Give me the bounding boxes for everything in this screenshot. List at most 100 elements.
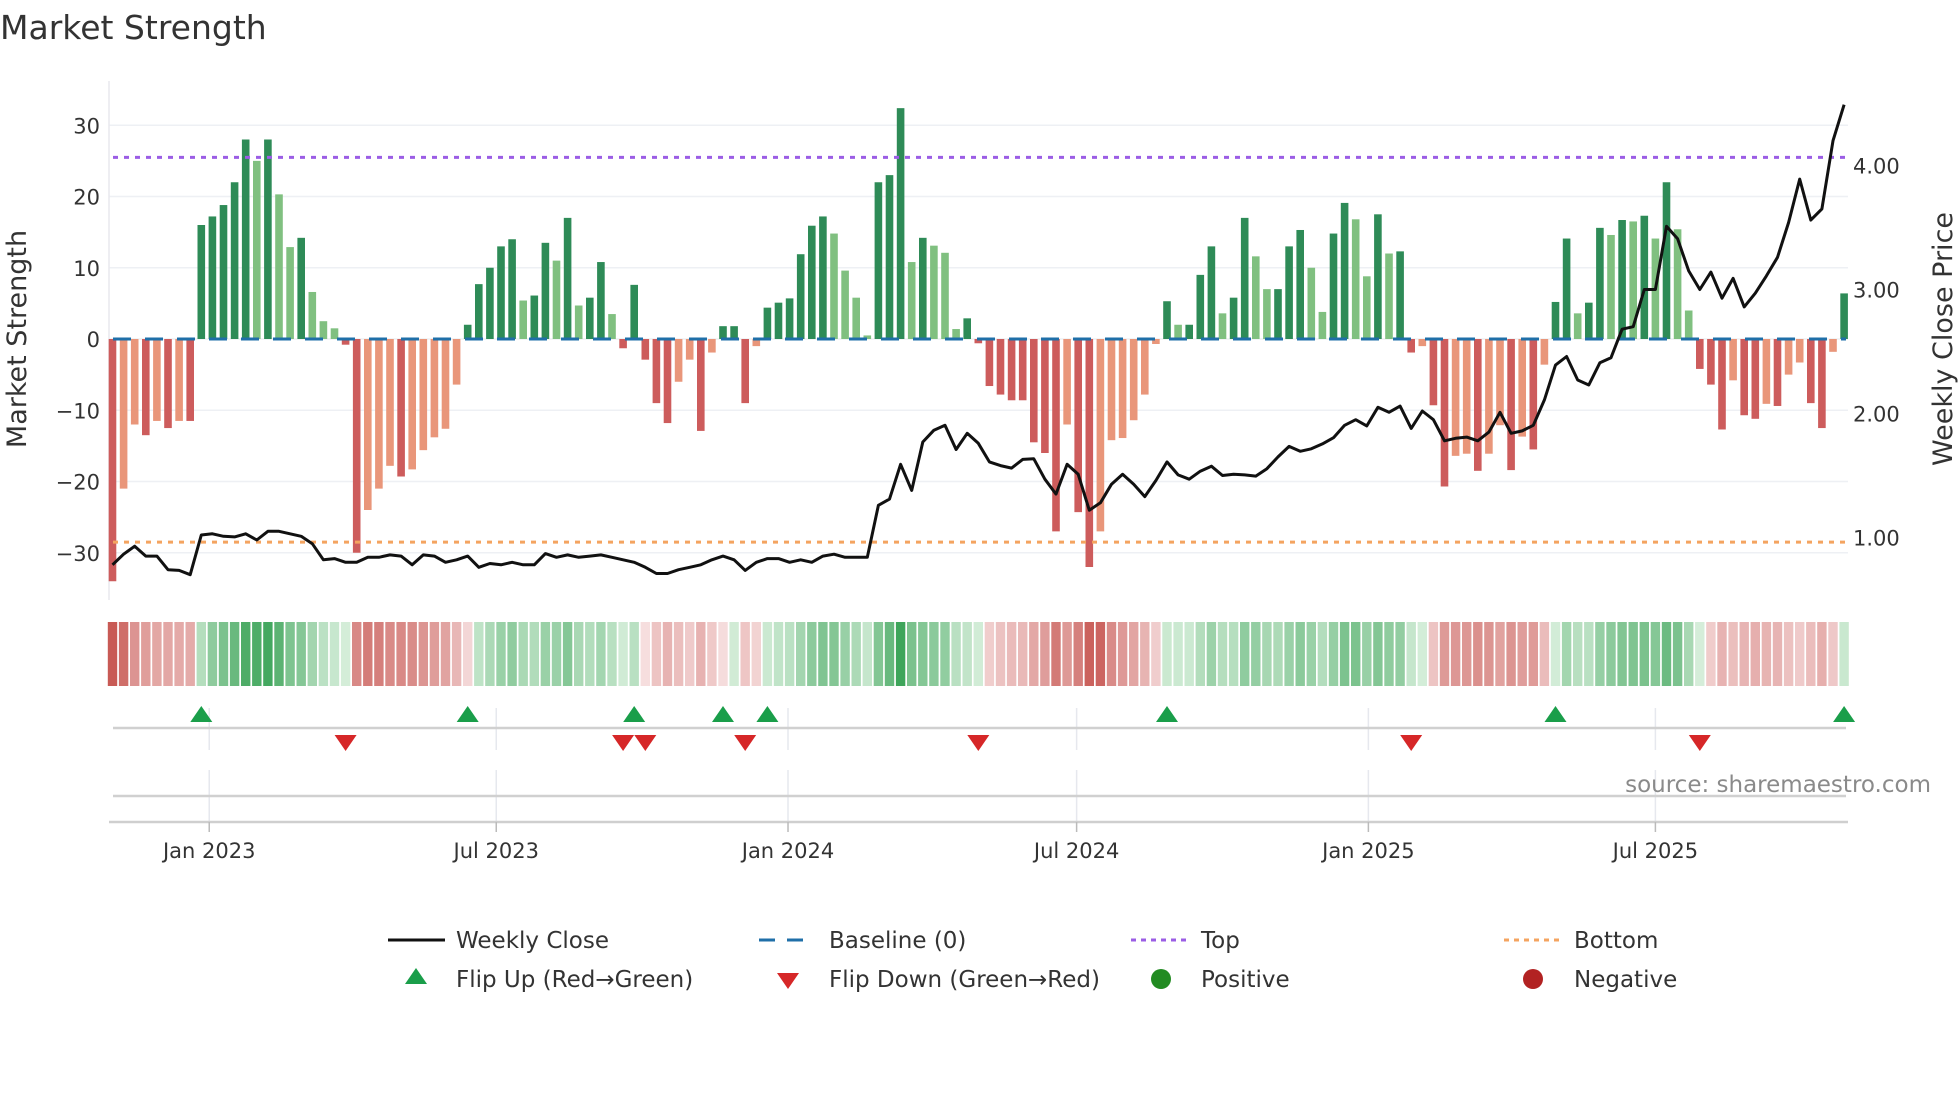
strength-bar [663, 339, 672, 424]
right-axis-title: Weekly Close Price [1928, 212, 1959, 466]
flip-down-marker [967, 735, 990, 751]
strength-bar [164, 339, 172, 429]
strip-cell [1273, 622, 1283, 686]
strip-cell [1539, 622, 1550, 686]
strength-bar [541, 242, 550, 339]
strip-cell [418, 622, 428, 686]
strip-cell [1184, 622, 1194, 686]
strength-bar [1085, 339, 1094, 567]
strip-cell [1428, 622, 1439, 686]
strip-cell [385, 622, 395, 686]
strength-bar [1518, 339, 1526, 437]
chart-title: Market Strength [0, 8, 267, 47]
strength-bar [730, 326, 738, 339]
strip-cell [1384, 622, 1394, 686]
strip-cell [340, 622, 351, 686]
reference-lines [113, 155, 1846, 544]
strength-bar [1118, 339, 1127, 439]
strength-bar [1718, 339, 1726, 430]
triangle-down-icon [777, 973, 799, 989]
strip-cell [1761, 622, 1772, 686]
strength-bar [1307, 267, 1316, 339]
legend-item-baseline: Baseline (0) [759, 928, 966, 954]
strength-bar [142, 339, 150, 436]
strength-bar [286, 247, 294, 339]
market-strength-chart: Market Strength −30 −20 −10 0 10 20 30 1.00 2.0… [0, 8, 1959, 993]
strength-bar [253, 160, 261, 339]
strength-bar [1340, 202, 1349, 339]
strength-bar [674, 339, 683, 382]
strip-cell [884, 622, 895, 686]
strip-cell [962, 622, 972, 686]
strip-cell [540, 622, 551, 686]
strip-cell [773, 622, 784, 686]
strength-bar [1474, 339, 1482, 471]
strip-cell [707, 622, 717, 686]
strip-cell [1628, 622, 1638, 686]
strip-cell [1450, 622, 1461, 686]
flip-up-marker [1156, 706, 1178, 722]
strip-cell [1040, 622, 1050, 686]
strip-cell [1672, 622, 1683, 686]
strip-cell [918, 622, 928, 686]
strength-bar [1174, 324, 1182, 339]
strip-cell [1051, 622, 1061, 686]
strip-cell [740, 622, 750, 686]
strip-cell [629, 622, 639, 686]
strength-bar [1407, 339, 1415, 353]
strip-cell [107, 622, 118, 686]
strip-cell [796, 622, 806, 686]
strength-bar [963, 318, 971, 339]
strip-cell [196, 622, 206, 686]
flip-down-marker [634, 735, 657, 751]
strength-bar [896, 108, 905, 340]
strip-cell [163, 622, 173, 686]
flip-down-marker [612, 735, 635, 751]
strip-cell [1595, 622, 1605, 686]
strip-cell [607, 622, 617, 686]
strength-bar [985, 339, 994, 387]
flip-up-marker [1833, 706, 1856, 722]
strip-cell [152, 622, 162, 686]
strength-bar [519, 300, 527, 339]
strength-bar [1573, 313, 1582, 339]
strip-cell [185, 622, 195, 686]
strip-cell [130, 622, 140, 686]
strength-bar [708, 339, 716, 353]
strength-bar [641, 339, 650, 360]
strip-cell [829, 622, 839, 686]
strip-cell [296, 622, 306, 686]
strength-bar [1107, 339, 1116, 441]
strip-cell [1661, 622, 1672, 686]
strength-bar [697, 339, 705, 431]
strip-cell [1684, 622, 1694, 686]
strength-bar [186, 339, 194, 421]
strength-bar [386, 339, 394, 466]
legend-label: Positive [1201, 967, 1290, 993]
strength-bar [796, 254, 805, 339]
strength-bar [486, 267, 494, 339]
strength-bar [819, 216, 827, 339]
y2-tick-label: 2.00 [1853, 403, 1900, 427]
strip-cell [585, 622, 595, 686]
red-dot-icon [1523, 969, 1543, 989]
strength-bar [1196, 274, 1205, 339]
strip-cell [907, 622, 917, 686]
strength-bars [108, 108, 1848, 582]
strip-cell [307, 622, 317, 686]
legend-label: Flip Up (Red→Green) [456, 967, 693, 993]
strength-bar [774, 302, 783, 339]
strip-cell [1362, 622, 1372, 686]
strength-bar [1818, 339, 1826, 429]
strip-cell [207, 622, 218, 686]
strip-cell [241, 622, 251, 686]
strip-cell [1240, 622, 1250, 686]
strength-bar [197, 225, 206, 339]
strip-cell [651, 622, 662, 686]
strength-bar [830, 233, 838, 339]
strength-bar [208, 216, 217, 339]
strength-bar [1374, 214, 1382, 339]
strength-bar [330, 328, 339, 339]
strength-bar [1596, 227, 1604, 339]
strip-cell [1140, 622, 1150, 686]
